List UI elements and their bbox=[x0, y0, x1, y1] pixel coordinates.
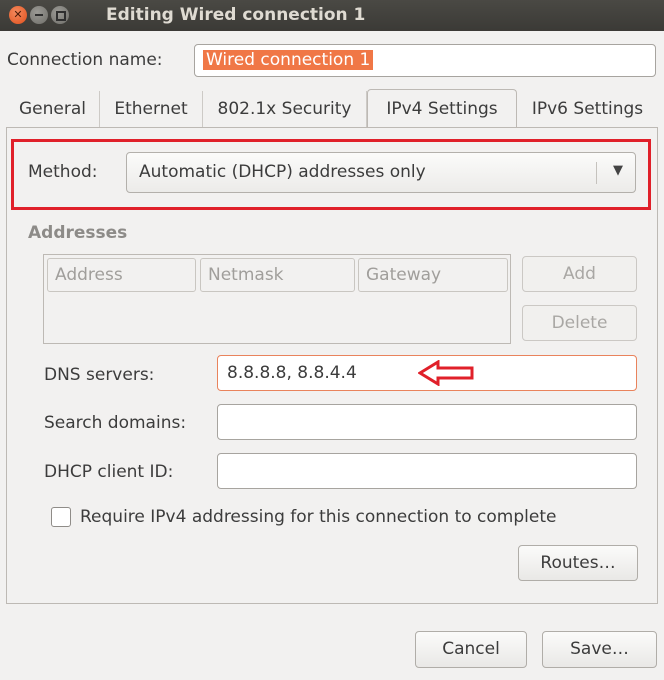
connection-name-input[interactable]: Wired connection 1 bbox=[194, 44, 656, 77]
column-header-gateway[interactable]: Gateway bbox=[358, 258, 508, 292]
search-domains-label: Search domains: bbox=[44, 413, 187, 433]
delete-address-button[interactable]: Delete bbox=[522, 305, 637, 341]
connection-name-value: Wired connection 1 bbox=[203, 50, 374, 70]
tab-ipv4-settings[interactable]: IPv4 Settings bbox=[367, 89, 517, 129]
title-bar: ✕ Editing Wired connection 1 bbox=[0, 0, 664, 31]
add-address-button[interactable]: Add bbox=[522, 256, 637, 292]
tab-ethernet[interactable]: Ethernet bbox=[100, 91, 203, 127]
addresses-table[interactable]: Address Netmask Gateway bbox=[43, 254, 511, 344]
routes-button[interactable]: Routes… bbox=[518, 545, 638, 581]
tab-general[interactable]: General bbox=[6, 91, 100, 127]
red-arrow-annotation bbox=[418, 360, 474, 386]
addresses-section-label: Addresses bbox=[28, 223, 128, 243]
window-title: Editing Wired connection 1 bbox=[106, 5, 366, 25]
require-ipv4-checkbox[interactable] bbox=[51, 507, 71, 527]
dhcp-client-id-input[interactable] bbox=[217, 453, 637, 489]
cancel-button[interactable]: Cancel bbox=[415, 631, 527, 668]
tab-bar: General Ethernet 802.1x Security IPv4 Se… bbox=[6, 89, 658, 129]
maximize-icon[interactable] bbox=[51, 6, 69, 24]
tab-ipv6-settings[interactable]: IPv6 Settings bbox=[517, 91, 658, 127]
combo-separator bbox=[596, 162, 597, 184]
column-header-netmask[interactable]: Netmask bbox=[200, 258, 355, 292]
method-label: Method: bbox=[28, 162, 98, 182]
tab-8021x-security[interactable]: 802.1x Security bbox=[203, 91, 367, 127]
dhcp-client-id-label: DHCP client ID: bbox=[44, 462, 174, 482]
close-icon[interactable]: ✕ bbox=[9, 6, 27, 24]
save-button[interactable]: Save… bbox=[542, 631, 657, 668]
method-value: Automatic (DHCP) addresses only bbox=[139, 162, 426, 182]
column-header-address[interactable]: Address bbox=[47, 258, 196, 292]
dns-servers-value: 8.8.8.8, 8.8.4.4 bbox=[227, 363, 357, 383]
connection-name-label: Connection name: bbox=[7, 50, 163, 70]
method-select[interactable]: Automatic (DHCP) addresses only ▼ bbox=[126, 152, 636, 193]
chevron-down-icon: ▼ bbox=[613, 163, 623, 178]
require-ipv4-label[interactable]: Require IPv4 addressing for this connect… bbox=[80, 507, 556, 527]
search-domains-input[interactable] bbox=[217, 404, 637, 440]
minimize-icon[interactable] bbox=[30, 6, 48, 24]
dns-servers-label: DNS servers: bbox=[44, 365, 155, 385]
